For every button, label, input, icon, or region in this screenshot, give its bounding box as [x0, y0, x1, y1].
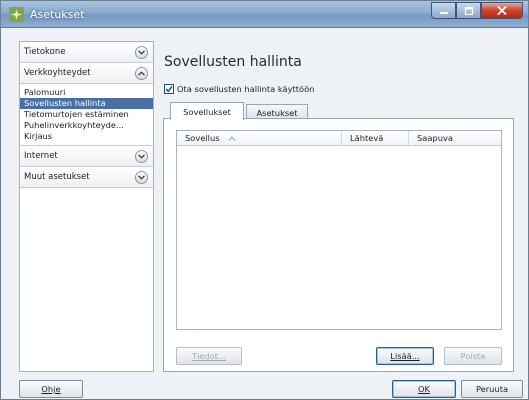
sidebar-section-verkkoyhteydet[interactable]: Verkkoyhteydet	[20, 63, 153, 84]
cancel-button[interactable]: Peruuta	[461, 380, 523, 398]
add-button-label: Lisää...	[390, 351, 420, 361]
applications-table[interactable]: Sovellus Lähtevä Saapuva	[176, 130, 502, 330]
window-controls	[431, 2, 523, 19]
main-panel: Sovellusten hallinta Ota sovellusten hal…	[163, 41, 514, 372]
minimize-button[interactable]	[431, 2, 456, 19]
cancel-button-label: Peruuta	[475, 384, 509, 394]
tab-panel-sovellukset: Sovellus Lähtevä Saapuva Tiedot... Lisää…	[163, 118, 514, 372]
chevron-down-icon[interactable]	[135, 150, 148, 163]
details-button[interactable]: Tiedot...	[176, 347, 242, 365]
sidebar-section-tietokone[interactable]: Tietokone	[20, 42, 153, 63]
column-header-label: Sovellus	[185, 133, 220, 143]
enable-app-control-label: Ota sovellusten hallinta käyttöön	[177, 84, 315, 94]
ok-button[interactable]: OK	[392, 380, 456, 398]
sidebar-subitems: Palomuuri Sovellusten hallinta Tietomurt…	[20, 84, 153, 146]
sidebar-item-sovellusten-hallinta[interactable]: Sovellusten hallinta	[20, 98, 153, 109]
enable-app-control-row[interactable]: Ota sovellusten hallinta käyttöön	[164, 84, 314, 94]
remove-button[interactable]: Poista	[444, 347, 502, 365]
add-button[interactable]: Lisää...	[376, 347, 434, 365]
sidebar-section-label: Tietokone	[24, 47, 66, 57]
tab-sovellukset[interactable]: Sovellukset	[170, 102, 244, 120]
column-header-sovellus[interactable]: Sovellus	[177, 131, 342, 146]
chevron-down-icon[interactable]	[135, 171, 148, 184]
sidebar-item-kirjaus[interactable]: Kirjaus	[20, 131, 153, 142]
sidebar-section-internet[interactable]: Internet	[20, 146, 153, 167]
sidebar-section-label: Muut asetukset	[24, 172, 90, 182]
sidebar-item-palomuuri[interactable]: Palomuuri	[20, 87, 153, 98]
minimize-icon	[439, 11, 448, 14]
checkmark-icon	[165, 85, 173, 93]
sidebar-item-puhelinverkkoyhteydet[interactable]: Puhelinverkkoyhteyde...	[20, 120, 153, 131]
sidebar-item-tietomurtojen-estaminen[interactable]: Tietomurtojen estäminen	[20, 109, 153, 120]
column-header-lahteva[interactable]: Lähtevä	[342, 131, 409, 146]
app-logo-icon	[9, 7, 24, 22]
close-icon	[497, 6, 507, 15]
maximize-button[interactable]	[456, 2, 481, 19]
close-button[interactable]	[481, 2, 523, 19]
ok-button-label: OK	[418, 384, 430, 394]
sidebar-section-label: Verkkoyhteydet	[24, 68, 91, 78]
chevron-up-icon[interactable]	[135, 67, 148, 80]
page-title: Sovellusten hallinta	[164, 54, 302, 70]
settings-sidebar: Tietokone Verkkoyhteydet Palomuuri Sovel…	[19, 41, 154, 372]
details-button-label: Tiedot...	[192, 351, 226, 361]
remove-button-label: Poista	[460, 351, 486, 361]
sort-ascending-icon	[228, 136, 236, 141]
sidebar-section-label: Internet	[24, 151, 58, 161]
maximize-icon	[464, 6, 473, 15]
chevron-down-icon[interactable]	[135, 46, 148, 59]
help-button[interactable]: Ohje	[19, 380, 83, 398]
table-header: Sovellus Lähtevä Saapuva	[177, 131, 501, 146]
help-button-label: Ohje	[41, 384, 61, 394]
sidebar-section-muut-asetukset[interactable]: Muut asetukset	[20, 167, 153, 188]
title-bar[interactable]: Asetukset	[1, 1, 528, 28]
column-header-saapuva[interactable]: Saapuva	[409, 131, 501, 146]
enable-app-control-checkbox[interactable]	[164, 84, 174, 94]
tab-strip: Sovellukset Asetukset	[170, 102, 310, 120]
window-title: Asetukset	[30, 8, 85, 21]
settings-window: Asetukset Tietokone Verkkoyhteydet Palom…	[0, 0, 529, 400]
